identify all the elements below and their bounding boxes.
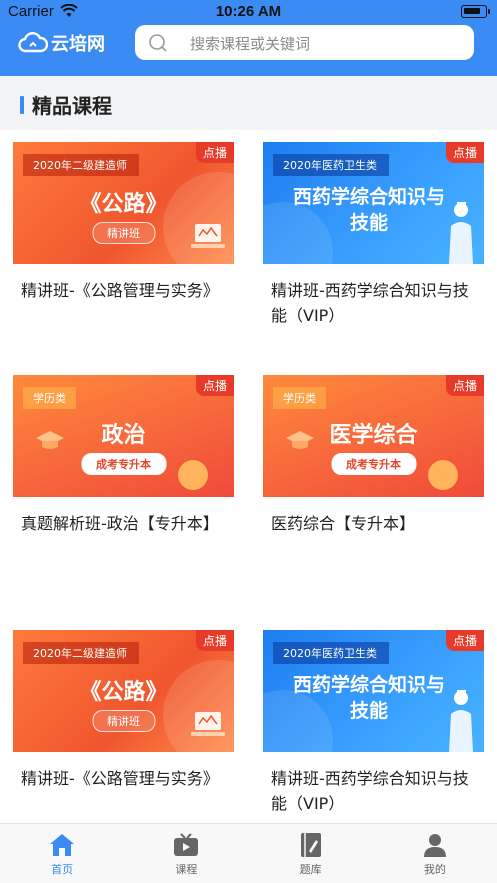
course-thumbnail: 2020年医药卫生类 西药学综合知识与技能 点播 xyxy=(263,630,484,752)
banner-pill: 成考专升本 xyxy=(81,453,166,475)
course-card[interactable]: 学历类 医学综合 成考专升本 点播 医药综合【专升本】 xyxy=(263,375,484,595)
clock: 10:26 AM xyxy=(215,3,282,20)
banner-title: 西药学综合知识与技能 xyxy=(292,674,445,722)
section-accent-bar xyxy=(20,96,24,114)
laptop-icon xyxy=(191,222,225,256)
banner-title: 西药学综合知识与技能 xyxy=(292,186,445,234)
vod-tag: 点播 xyxy=(445,630,484,651)
course-thumbnail: 学历类 医学综合 成考专升本 点播 xyxy=(263,375,484,497)
vod-tag: 点播 xyxy=(445,375,484,396)
vod-tag: 点播 xyxy=(195,375,234,396)
banner-top-label: 学历类 xyxy=(23,387,76,409)
banner-pill: 精讲班 xyxy=(92,710,155,732)
course-card[interactable]: 2020年二级建造师 《公路》 精讲班 点播 精讲班-《公路管理与实务》 xyxy=(13,142,234,362)
vod-tag: 点播 xyxy=(195,142,234,163)
section-header: 精品课程 xyxy=(0,76,497,130)
tab-home[interactable]: 首页 xyxy=(0,824,124,883)
course-thumbnail: 2020年医药卫生类 西药学综合知识与技能 点播 xyxy=(263,142,484,264)
course-title: 精讲班-西药学综合知识与技能（VIP） xyxy=(271,769,469,813)
tab-label: 课程 xyxy=(175,863,198,876)
battery-icon xyxy=(461,5,490,18)
tv-icon xyxy=(174,833,199,856)
doctor-icon xyxy=(443,200,477,264)
app-logo[interactable]: 云培网 xyxy=(18,30,105,56)
search-placeholder: 搜索课程或关键词 xyxy=(190,35,311,53)
banner-title: 《公路》 xyxy=(79,680,168,705)
status-bar: Carrier 10:26 AM xyxy=(0,0,497,24)
banner-title: 《公路》 xyxy=(79,192,168,217)
banner-title: 医学综合 xyxy=(329,423,418,448)
search-icon xyxy=(148,33,168,57)
banner-top-label: 2020年二级建造师 xyxy=(23,642,139,664)
top-header: Carrier 10:26 AM 云培网 搜索课程或关键词 xyxy=(0,0,497,76)
course-card[interactable]: 2020年二级建造师 《公路》 精讲班 点播 精讲班-《公路管理与实务》 xyxy=(13,630,234,823)
course-card[interactable]: 2020年医药卫生类 西药学综合知识与技能 点播 精讲班-西药学综合知识与技能（… xyxy=(263,142,484,362)
search-bar[interactable]: 搜索课程或关键词 xyxy=(135,25,474,60)
course-title: 精讲班-西药学综合知识与技能（VIP） xyxy=(271,281,469,325)
home-icon xyxy=(50,834,75,856)
banner-top-label: 2020年医药卫生类 xyxy=(273,154,389,176)
section-title: 精品课程 xyxy=(32,94,112,118)
doctor-icon xyxy=(443,688,477,752)
course-grid: 2020年二级建造师 《公路》 精讲班 点播 精讲班-《公路管理与实务》 202… xyxy=(0,130,497,823)
bottom-tab-bar: 首页 课程 题库 我的 xyxy=(0,823,497,883)
course-thumbnail: 学历类 政治 成考专升本 点播 xyxy=(13,375,234,497)
tab-courses[interactable]: 课程 xyxy=(124,824,248,883)
logo-text: 云培网 xyxy=(51,34,105,55)
notebook-icon xyxy=(300,833,321,857)
decor-circle xyxy=(178,460,208,490)
user-icon xyxy=(423,834,446,857)
course-title: 医药综合【专升本】 xyxy=(271,514,416,533)
cloud-logo-icon xyxy=(18,32,48,53)
course-card[interactable]: 2020年医药卫生类 西药学综合知识与技能 点播 精讲班-西药学综合知识与技能（… xyxy=(263,630,484,823)
vod-tag: 点播 xyxy=(195,630,234,651)
vod-tag: 点播 xyxy=(445,142,484,163)
laptop-icon xyxy=(191,710,225,744)
banner-pill: 精讲班 xyxy=(92,222,155,244)
banner-pill: 成考专升本 xyxy=(331,453,416,475)
course-title: 真题解析班-政治【专升本】 xyxy=(21,514,219,533)
tab-question-bank[interactable]: 题库 xyxy=(249,824,373,883)
course-title: 精讲班-《公路管理与实务》 xyxy=(21,281,219,300)
course-card[interactable]: 学历类 政治 成考专升本 点播 真题解析班-政治【专升本】 xyxy=(13,375,234,595)
banner-top-label: 2020年医药卫生类 xyxy=(273,642,389,664)
tab-profile[interactable]: 我的 xyxy=(373,824,497,883)
tab-label: 首页 xyxy=(51,863,74,876)
course-thumbnail: 2020年二级建造师 《公路》 精讲班 点播 xyxy=(13,142,234,264)
banner-top-label: 2020年二级建造师 xyxy=(23,154,139,176)
banner-top-label: 学历类 xyxy=(273,387,326,409)
decor-circle xyxy=(428,460,458,490)
course-thumbnail: 2020年二级建造师 《公路》 精讲班 点播 xyxy=(13,630,234,752)
course-title: 精讲班-《公路管理与实务》 xyxy=(21,769,219,788)
banner-title: 政治 xyxy=(101,423,146,448)
tab-label: 我的 xyxy=(423,863,446,876)
tab-label: 题库 xyxy=(299,863,322,876)
